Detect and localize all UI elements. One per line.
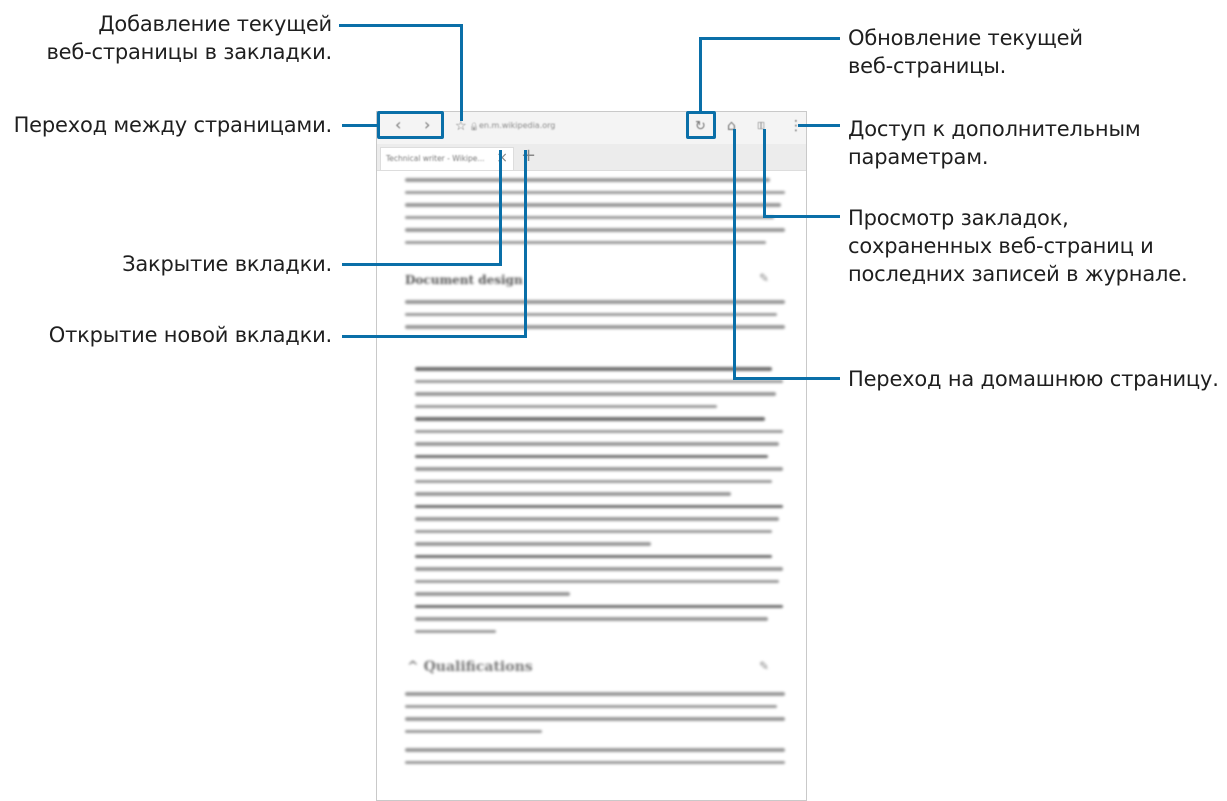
callout-bookmarks-view: Просмотр закладок, сохраненных веб-стран…	[848, 206, 1188, 286]
callout-navigate: Переход между страницами.	[13, 113, 333, 137]
callout-more-options: Доступ к дополнительным параметрам.	[848, 117, 1141, 169]
callout-refresh: Обновление текущей веб-страницы.	[848, 26, 1083, 78]
callout-new-tab: Открытие новой вкладки.	[48, 323, 332, 347]
paragraph-list	[415, 367, 783, 642]
browser-screen: ‹ › ☆ 🔒 en.m.wikipedia.org ↻ ⌂ ▯▯ ⋮ Tech…	[376, 111, 807, 801]
star-icon[interactable]: ☆	[455, 119, 467, 134]
callout-close-tab: Закрытие вкладки.	[122, 252, 332, 276]
callout-home: Переход на домашнюю страницу.	[848, 367, 1219, 391]
lock-icon: 🔒	[469, 122, 479, 131]
paragraph-skills	[405, 748, 785, 773]
highlight-nav-buttons	[377, 111, 444, 139]
paragraph-qualifications	[405, 692, 785, 742]
edit-icon[interactable]: ✎	[759, 271, 769, 285]
heading-document-design: Document design	[405, 273, 523, 287]
paragraph-design	[405, 300, 785, 338]
highlight-refresh	[686, 111, 716, 139]
paragraph-intro	[405, 178, 785, 253]
tab-technical-writer[interactable]: Technical writer - Wikipe... ×	[380, 147, 514, 170]
edit-qualifications-icon[interactable]: ✎	[759, 659, 769, 673]
tab-title: Technical writer - Wikipe...	[386, 154, 485, 163]
url-field[interactable]: en.m.wikipedia.org	[479, 121, 555, 130]
tab-bar: Technical writer - Wikipe... × +	[377, 144, 806, 171]
heading-qualifications: ^ Qualifications	[407, 659, 533, 675]
callout-add-bookmark: Добавление текущей веб-страницы в заклад…	[46, 12, 332, 64]
